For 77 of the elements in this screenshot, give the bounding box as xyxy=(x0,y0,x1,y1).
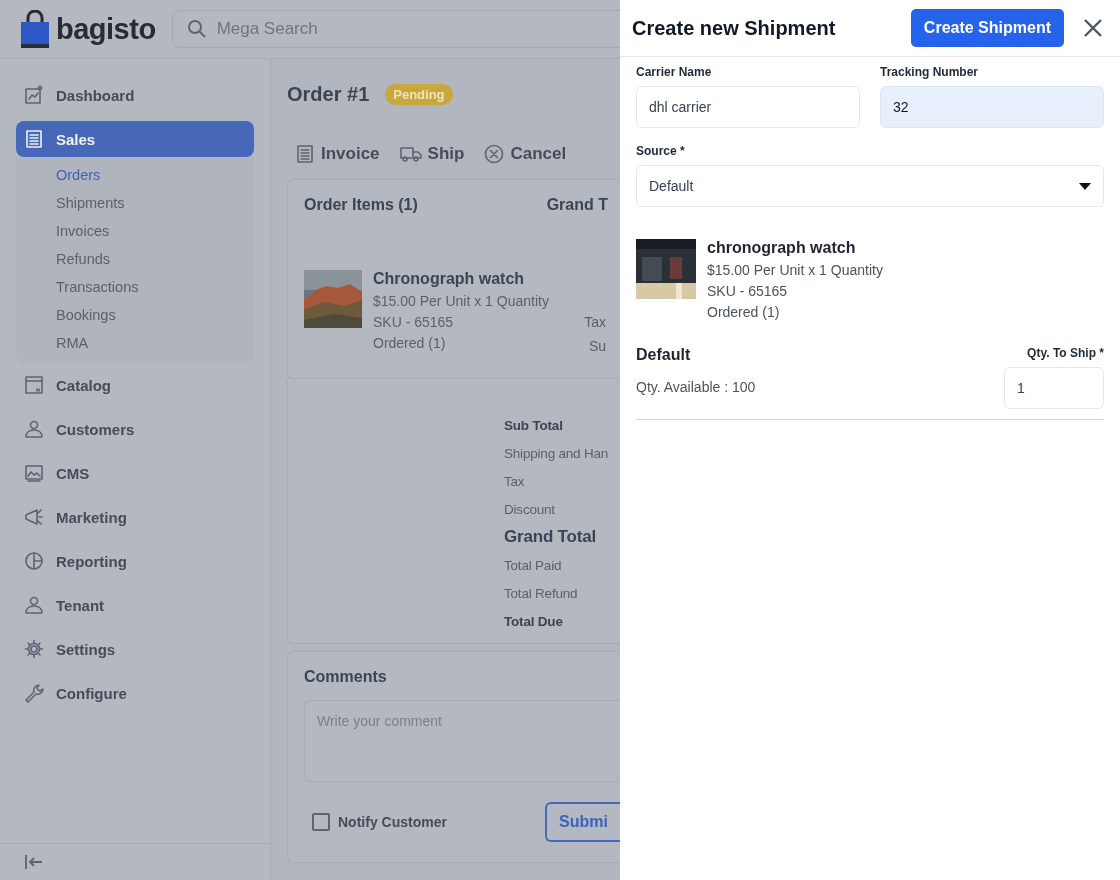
submenu-item[interactable]: RMA xyxy=(16,329,254,357)
sidebar-item[interactable]: Settings xyxy=(16,631,254,667)
quantity-field[interactable]: 1 xyxy=(1004,367,1104,409)
submenu-item[interactable]: Refunds xyxy=(16,245,254,273)
total-label: Sub Total xyxy=(504,417,563,433)
monitor-icon xyxy=(24,463,44,483)
truck-icon xyxy=(399,144,422,164)
product-price: $15.00 Per Unit x 1 Quantity xyxy=(373,293,549,309)
action-link[interactable]: Invoice xyxy=(295,144,380,164)
summary-label: Su xyxy=(588,338,606,354)
checkbox-label: Notify Customer xyxy=(338,814,447,830)
total-label: Grand Total xyxy=(504,527,596,547)
total-label: Discount xyxy=(504,501,555,517)
field-label: Source * xyxy=(636,144,686,158)
megaphone-icon xyxy=(24,507,44,527)
total-label: Total Paid xyxy=(504,557,562,573)
bag-logo-icon xyxy=(20,10,50,48)
sidebar-item[interactable]: Marketing xyxy=(16,499,254,535)
available-quantity: Qty. Available : 100 xyxy=(636,379,756,395)
status-badge: Pending xyxy=(385,83,453,105)
field-label: Carrier Name xyxy=(636,65,713,79)
close-icon xyxy=(1083,18,1103,38)
document-icon xyxy=(295,144,315,164)
sidebar-item[interactable]: Dashboard xyxy=(16,77,254,113)
create-shipment-button[interactable]: Create Shipment xyxy=(910,9,1064,47)
calendar-icon xyxy=(24,375,44,395)
search-icon xyxy=(186,19,207,39)
card-title: Comments xyxy=(304,668,388,686)
sidebar-item[interactable]: Configure xyxy=(16,675,254,711)
total-label: Shipping and Han xyxy=(504,445,609,461)
sidebar-item[interactable]: Sales xyxy=(16,121,254,157)
submenu-item[interactable]: Invoices xyxy=(16,217,254,245)
sidebar-item[interactable]: Reporting xyxy=(16,543,254,579)
submenu-item[interactable]: Orders xyxy=(16,161,254,189)
sidebar-item[interactable]: CMS xyxy=(16,455,254,491)
settings-icon xyxy=(24,639,44,659)
sidebar-item[interactable]: Catalog xyxy=(16,367,254,403)
ordered-quantity: Ordered (1) xyxy=(707,304,781,320)
ordered-quantity: Ordered (1) xyxy=(373,335,447,351)
cancel-icon xyxy=(484,144,505,164)
submenu-item[interactable]: Bookings xyxy=(16,301,254,329)
summary-label: Tax xyxy=(584,314,606,330)
wrench-icon xyxy=(24,683,44,703)
product-name: chronograph watch xyxy=(707,239,857,257)
action-link[interactable]: Cancel xyxy=(484,144,567,164)
text-field[interactable]: dhl carrier xyxy=(636,86,860,128)
source-select[interactable]: Default xyxy=(636,165,1104,207)
submenu-item[interactable]: Transactions xyxy=(16,273,254,301)
total-label: Total Refund xyxy=(504,585,578,601)
chart-icon xyxy=(24,85,44,105)
sidebar-item[interactable]: Customers xyxy=(16,411,254,447)
field-label: Qty. To Ship * xyxy=(1027,346,1104,360)
product-sku: SKU - 65165 xyxy=(707,283,789,299)
action-link[interactable]: Ship xyxy=(399,144,465,164)
brand-name: bagisto xyxy=(56,12,156,46)
product-sku: SKU - 65165 xyxy=(373,314,455,330)
product-price: $15.00 Per Unit x 1 Quantity xyxy=(707,262,883,278)
card-title: Order Items (1) xyxy=(304,196,418,215)
field-label: Tracking Number xyxy=(880,65,980,79)
notify-checkbox[interactable] xyxy=(312,813,330,831)
document-icon xyxy=(24,129,44,149)
pie-chart-icon xyxy=(24,551,44,571)
user-icon xyxy=(24,595,44,615)
text-field[interactable]: 32 xyxy=(880,86,1104,128)
card-title: Grand T xyxy=(546,196,608,215)
sidebar-item[interactable]: Tenant xyxy=(16,587,254,623)
panel-title: Create new Shipment xyxy=(632,16,836,40)
source-name: Default xyxy=(636,346,692,364)
product-name: Chronograph watch xyxy=(373,270,526,288)
collapse-icon[interactable] xyxy=(24,854,44,870)
caret-icon xyxy=(1079,182,1091,190)
total-label: Total Due xyxy=(504,613,563,629)
submenu-item[interactable]: Shipments xyxy=(16,189,254,217)
order-title: Order #1 xyxy=(287,82,370,106)
total-label: Tax xyxy=(504,473,525,489)
user-icon xyxy=(24,419,44,439)
search-field[interactable]: Mega Search xyxy=(171,10,620,48)
